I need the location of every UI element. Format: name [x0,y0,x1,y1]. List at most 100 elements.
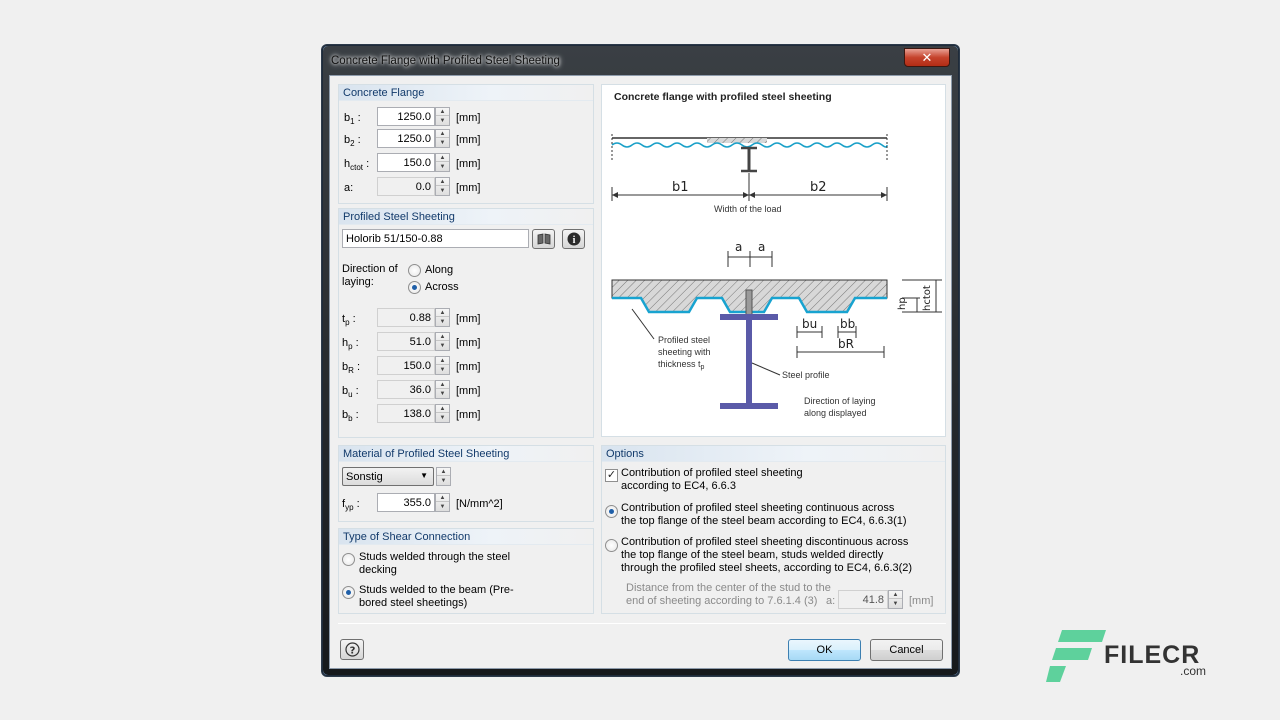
hp-input[interactable]: 51.0 [377,332,435,351]
diagram-b1-label: b1 [672,180,689,195]
hctot-unit: [mm] [456,158,481,170]
book-icon [537,233,550,245]
shear-option1-label[interactable]: Studs welded through the steel decking [359,551,529,577]
fyp-label: fyp : [342,498,360,513]
distance-unit: [mm] [909,595,934,607]
diagram-b2-label: b2 [810,180,827,195]
sheeting-note-line1: Profiled steel [658,335,710,345]
tp-label: tp : [342,313,356,328]
direction-across-label[interactable]: Across [425,281,459,293]
tp-input[interactable]: 0.88 [377,308,435,327]
filecr-logo-icon [1046,630,1106,682]
material-select[interactable]: Sonstig ▼ [342,467,434,486]
concrete-flange-header: Concrete Flange [339,85,593,101]
svg-text:i: i [572,235,575,246]
distance-spinner[interactable]: ▲ ▼ [888,590,903,609]
shear-option2-label[interactable]: Studs welded to the beam (Pre-bored stee… [359,584,519,610]
sheeting-note-line3: thickness tp [658,359,705,371]
direction-along-radio[interactable] [408,264,421,277]
profiled-sheeting-group: Profiled Steel Sheeting Holorib 51/150-0… [338,208,594,438]
info-icon: i [567,232,580,246]
b2-unit: [mm] [456,134,481,146]
diagram-a2-label: a [758,240,765,254]
hp-spinner[interactable]: ▲ ▼ [435,332,450,351]
shear-option1-radio[interactable] [342,553,355,566]
library-button[interactable] [532,229,555,249]
profiled-sheeting-header: Profiled Steel Sheeting [339,209,593,225]
sheeting-product-field[interactable]: Holorib 51/150-0.88 [342,229,529,248]
direction-note-line2: along displayed [804,408,867,418]
title-bar[interactable]: Concrete Flange with Profiled Steel Shee… [328,48,953,73]
steel-profile-label: Steel profile [782,370,830,380]
continuous-label[interactable]: Contribution of profiled steel sheeting … [621,502,911,528]
hp-unit: [mm] [456,337,481,349]
bb-label: bb : [342,409,359,424]
shear-connection-header: Type of Shear Connection [339,529,593,545]
bu-input[interactable]: 36.0 [377,380,435,399]
bR-label: bR : [342,361,361,376]
continuous-radio[interactable] [605,505,618,518]
bR-unit: [mm] [456,361,481,373]
hctot-label: hctot : [344,158,370,173]
discontinuous-label[interactable]: Contribution of profiled steel sheeting … [621,536,921,575]
material-header: Material of Profiled Steel Sheeting [339,446,593,462]
shear-connection-group: Type of Shear Connection Studs welded th… [338,528,594,614]
fyp-spinner[interactable]: ▲ ▼ [435,493,450,512]
help-button[interactable]: ? [340,639,364,660]
options-header: Options [602,446,945,462]
a-label: a: [344,182,354,194]
info-button[interactable]: i [562,229,585,249]
sheeting-note-line2: sheeting with [658,347,711,357]
b1-input[interactable]: 1250.0 [377,107,435,126]
bb-spinner[interactable]: ▲ ▼ [435,404,450,423]
b2-input[interactable]: 1250.0 [377,129,435,148]
material-spinner[interactable]: ▲ ▼ [436,467,451,486]
discontinuous-radio[interactable] [605,539,618,552]
diagram-panel: Concrete flange with profiled steel shee… [601,84,946,437]
ok-button[interactable]: OK [788,639,861,661]
ec4-contribution-checkbox[interactable]: ✓ [605,469,618,482]
width-of-load-caption: Width of the load [714,204,782,214]
b2-spinner[interactable]: ▲ ▼ [435,129,450,148]
close-icon: ✕ [921,49,933,65]
watermark-logo: FILECR .com [1046,628,1226,688]
fyp-input[interactable]: 355.0 [377,493,435,512]
distance-a-label: a: [826,595,836,607]
direction-across-radio[interactable] [408,281,421,294]
dialog-window: Concrete Flange with Profiled Steel Shee… [322,45,959,676]
shear-option2-radio[interactable] [342,586,355,599]
hctot-input[interactable]: 150.0 [377,153,435,172]
distance-label: Distance from the center of the stud to … [626,582,831,607]
direction-along-label[interactable]: Along [425,264,453,276]
flange-diagram: b1 b2 Width of the load a a hp hctot bu … [611,134,942,418]
direction-note-line1: Direction of laying [804,396,876,406]
options-group: Options ✓ Contribution of profiled steel… [601,445,946,614]
watermark-suffix: .com [1180,664,1207,678]
a-spinner[interactable]: ▲ ▼ [435,177,450,196]
distance-input[interactable]: 41.8 [838,590,888,609]
bb-input[interactable]: 138.0 [377,404,435,423]
concrete-flange-group: Concrete Flange b1 : 1250.0 ▲ ▼ [mm] b2 :… [338,84,594,204]
hctot-spinner[interactable]: ▲ ▼ [435,153,450,172]
window-title: Concrete Flange with Profiled Steel Shee… [331,55,560,67]
bu-spinner[interactable]: ▲ ▼ [435,380,450,399]
diagram-bb-label: bb [840,317,855,331]
b1-spinner[interactable]: ▲ ▼ [435,107,450,126]
b1-label: b1 : [344,112,361,127]
material-group: Material of Profiled Steel Sheeting Sons… [338,445,594,522]
bb-unit: [mm] [456,409,481,421]
help-icon: ? [344,642,360,657]
diagram-hctot-label: hctot [922,285,933,311]
cancel-button[interactable]: Cancel [870,639,943,661]
direction-label: Direction of laying: [342,263,398,288]
ec4-contribution-label[interactable]: Contribution of profiled steel sheeting … [621,467,811,493]
close-button[interactable]: ✕ [904,48,950,67]
footer-divider [338,623,946,624]
a-input[interactable]: 0.0 [377,177,435,196]
bR-input[interactable]: 150.0 [377,356,435,375]
diagram-bu-label: bu [802,317,817,331]
b2-label: b2 : [344,134,361,149]
tp-unit: [mm] [456,313,481,325]
bR-spinner[interactable]: ▲ ▼ [435,356,450,375]
tp-spinner[interactable]: ▲ ▼ [435,308,450,327]
